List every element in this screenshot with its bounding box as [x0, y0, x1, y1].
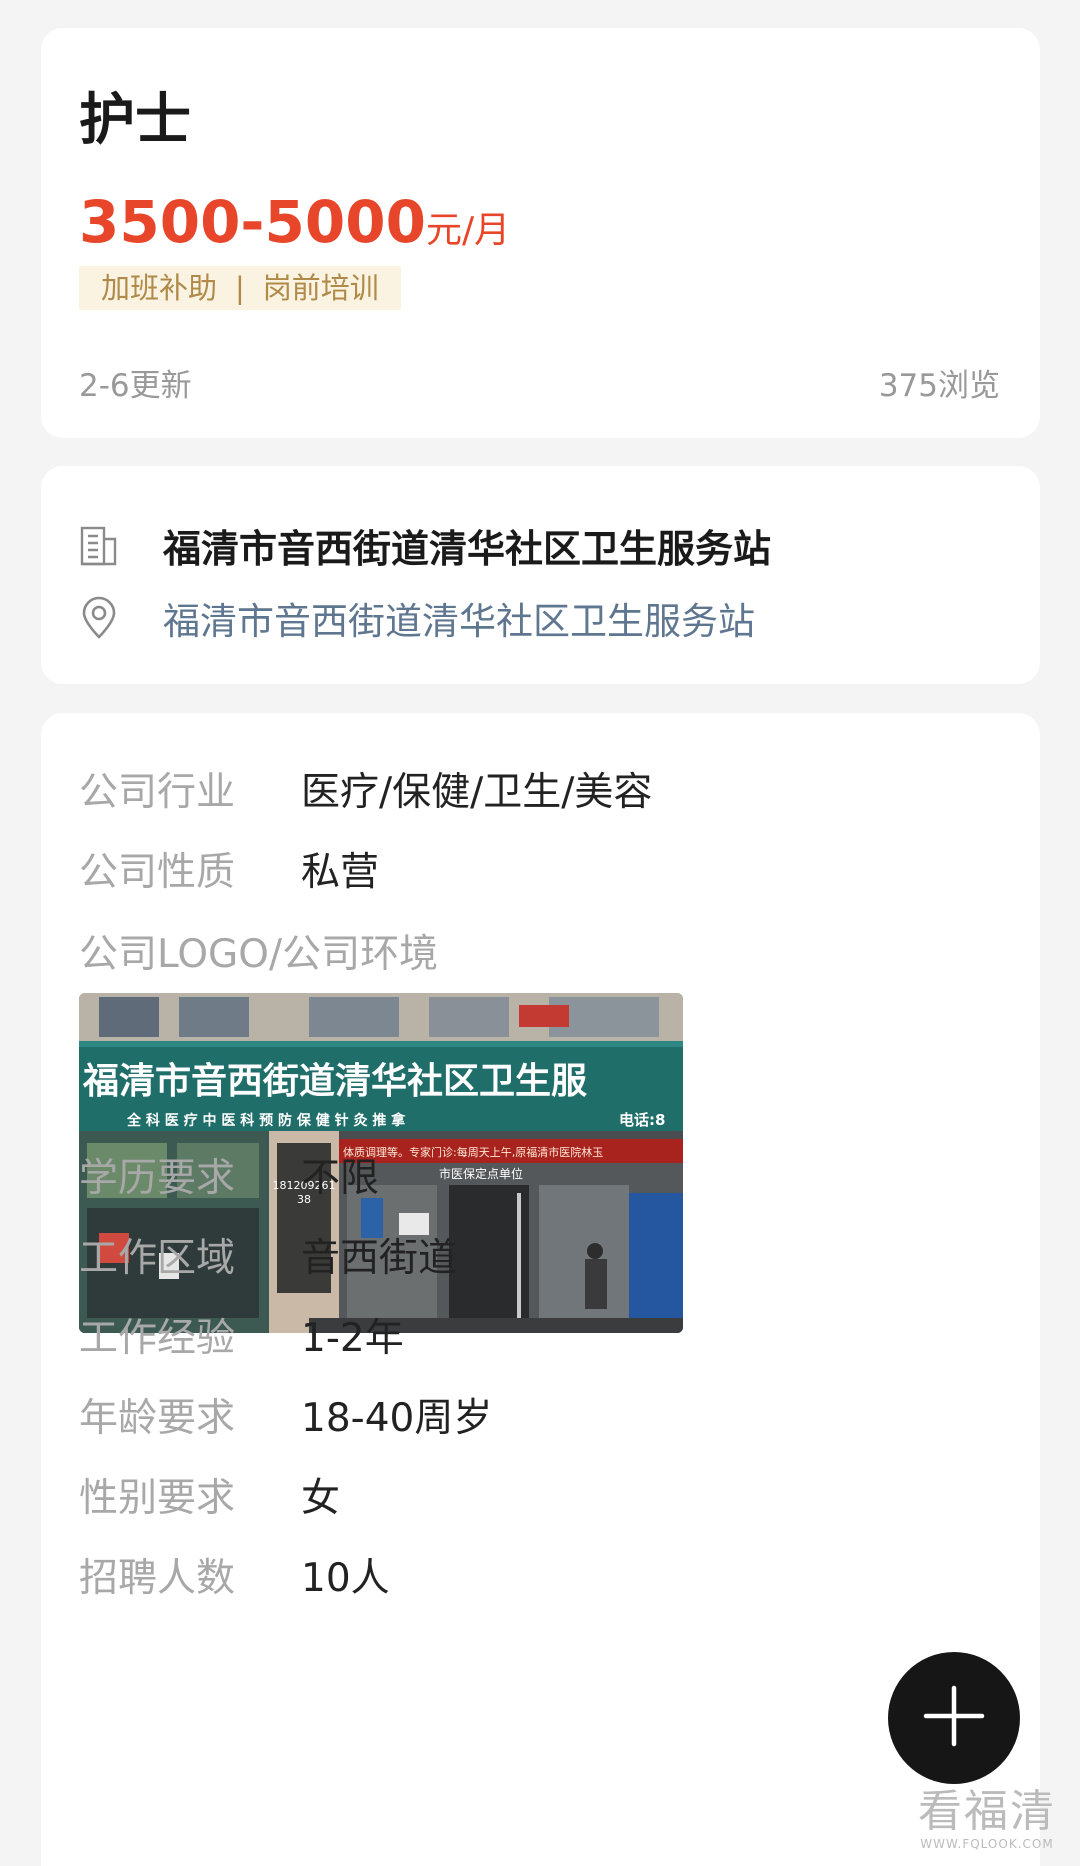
- headcount-label: 招聘人数: [79, 1556, 236, 1601]
- sign-main-text: 福清市音西街道清华社区卫生服: [82, 1061, 587, 1102]
- tag-separator: |: [235, 271, 245, 305]
- industry-label: 公司行业: [79, 770, 236, 815]
- salary-range: 3500-5000: [79, 188, 426, 256]
- add-button[interactable]: [888, 1652, 1020, 1784]
- nature-label: 公司性质: [79, 850, 236, 895]
- building-icon: [77, 524, 121, 568]
- company-card[interactable]: 福清市音西街道清华社区卫生服务站 福清市音西街道清华社区卫生服务站: [41, 466, 1040, 684]
- tag-overtime: 加班补助: [101, 271, 218, 305]
- gender-value: 女: [301, 1476, 341, 1521]
- job-title: 护士: [79, 88, 191, 153]
- company-address-row[interactable]: 福清市音西街道清华社区卫生服务站: [77, 591, 755, 645]
- sign-sub-text: 全 科 医 疗 中 医 科 预 防 保 健 针 灸 推 拿: [126, 1112, 406, 1129]
- age-label: 年龄要求: [79, 1396, 236, 1441]
- area-value: 音西街道: [301, 1236, 458, 1281]
- detail-gender: 性别要求 女: [79, 1479, 340, 1518]
- detail-nature: 公司性质 私营: [79, 853, 379, 892]
- view-count: 375浏览: [878, 368, 1000, 404]
- salary: 3500-5000元/月: [79, 193, 510, 251]
- company-name-row[interactable]: 福清市音西街道清华社区卫生服务站: [77, 518, 771, 573]
- industry-value: 医疗/保健/卫生/美容: [301, 770, 653, 815]
- detail-industry: 公司行业 医疗/保健/卫生/美容: [79, 773, 652, 812]
- location-pin-icon: [77, 596, 121, 640]
- age-value: 18-40周岁: [301, 1396, 493, 1441]
- detail-headcount: 招聘人数 10人: [79, 1559, 390, 1598]
- detail-experience: 工作经验 1-2年: [79, 1319, 404, 1358]
- detail-education: 学历要求 不限: [79, 1159, 379, 1198]
- tag-training: 岗前培训: [262, 271, 379, 305]
- company-name: 福清市音西街道清华社区卫生服务站: [163, 527, 772, 571]
- nature-value: 私营: [301, 850, 380, 895]
- sign-phone-text: 电话:8: [619, 1111, 665, 1129]
- detail-area: 工作区域 音西街道: [79, 1239, 457, 1278]
- experience-label: 工作经验: [79, 1316, 236, 1361]
- education-value: 不限: [301, 1156, 380, 1201]
- area-label: 工作区域: [79, 1236, 236, 1281]
- company-address: 福清市音西街道清华社区卫生服务站: [163, 600, 755, 643]
- headcount-value: 10人: [301, 1556, 390, 1601]
- job-summary-card: 护士 3500-5000元/月 加班补助 | 岗前培训 2-6更新 375浏览: [41, 28, 1040, 438]
- watermark-text: 看福清: [918, 1786, 1056, 1837]
- salary-unit: 元/月: [425, 210, 511, 251]
- experience-value: 1-2年: [301, 1316, 404, 1361]
- update-date: 2-6更新: [79, 368, 192, 404]
- detail-age: 年龄要求 18-40周岁: [79, 1399, 492, 1438]
- photo-section-label: 公司LOGO/公司环境: [79, 932, 439, 977]
- benefit-tags: 加班补助 | 岗前培训: [79, 266, 401, 310]
- gender-label: 性别要求: [79, 1476, 236, 1521]
- education-label: 学历要求: [79, 1156, 236, 1201]
- watermark-logo: 看福清 WWW.FQLOOK.COM: [918, 1786, 1056, 1851]
- company-details-card: 公司行业 医疗/保健/卫生/美容 公司性质 私营 公司LOGO/公司环境 福清市…: [41, 713, 1040, 1866]
- red-banner-text: 体质调理等。专家门诊:每周天上午,原福清市医院林玉: [343, 1145, 603, 1159]
- plus-icon: [922, 1684, 986, 1752]
- watermark-url: WWW.FQLOOK.COM: [920, 1837, 1054, 1851]
- door-sign-text: 市医保定点单位: [439, 1166, 523, 1181]
